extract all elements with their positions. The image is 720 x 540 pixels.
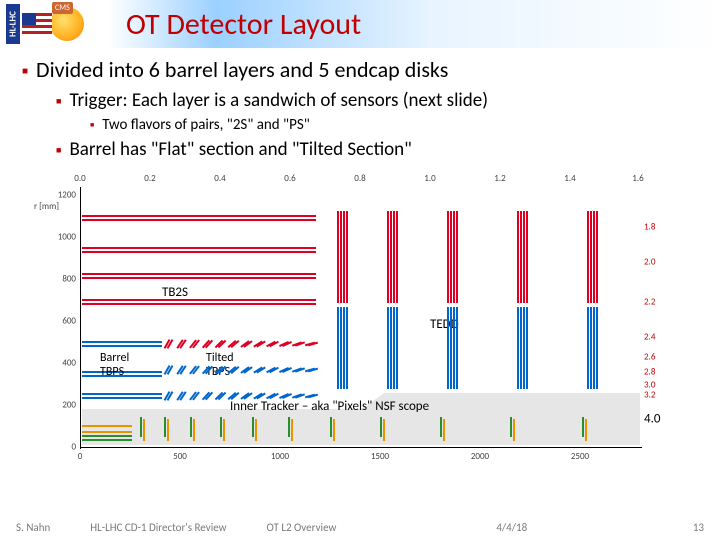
footer-date: 4/4/18 (496, 521, 527, 534)
r-tick: 1200 (50, 190, 76, 201)
eta-tick-right: 4.0 (644, 412, 660, 427)
anno-barrel-tbps: BarrelTBPS (100, 351, 129, 379)
z-tick: 2000 (471, 451, 489, 462)
r-tick: 0 (50, 442, 76, 453)
footer-slidenum: 13 (693, 521, 704, 534)
tracker-diagram: r [mm] 0.0 0.2 0.4 0.6 0.8 1.0 1.2 1.4 1… (30, 167, 690, 467)
anno-tilted-tbps: TiltedTBPS (206, 351, 234, 379)
eta-tick: 1.6 (632, 173, 643, 184)
eta-tick-right: 2.0 (644, 257, 655, 268)
footer-author: S. Nahn (16, 521, 50, 534)
eta-tick: 1.4 (564, 173, 575, 184)
eta-tick: 0.8 (354, 173, 365, 184)
eta-tick: 1.2 (494, 173, 505, 184)
eta-tick: 1.0 (424, 173, 435, 184)
r-tick: 600 (50, 316, 76, 327)
eta-tick: 0.6 (284, 173, 295, 184)
bullet-l3-flavors: Two flavors of pairs, "2S" and "PS" (90, 116, 698, 134)
slide-title: OT Detector Layout (126, 6, 361, 43)
anno-inner-tracker: Inner Tracker – aka "Pixels" NSF scope (230, 399, 429, 414)
z-tick: 1500 (371, 451, 389, 462)
eta-tick: 0.0 (74, 173, 85, 184)
r-tick: 200 (50, 400, 76, 411)
title-bar: HL-LHC CMS OT Detector Layout (0, 0, 720, 48)
footer-session: OT L2 Overview (267, 521, 337, 534)
bullet-l1: Divided into 6 barrel layers and 5 endca… (22, 56, 698, 83)
eta-tick: 0.2 (144, 173, 155, 184)
eta-tick-right: 2.6 (644, 352, 655, 363)
y-axis-label: r [mm] (34, 201, 59, 212)
eta-tick-right: 2.8 (644, 367, 655, 378)
y-axis (80, 187, 81, 449)
r-tick: 1000 (50, 232, 76, 243)
content-body: Divided into 6 barrel layers and 5 endca… (0, 48, 720, 467)
us-flag-icon (22, 13, 52, 35)
eta-tick-right: 2.2 (644, 297, 655, 308)
x-axis (80, 447, 642, 448)
z-tick: 1000 (271, 451, 289, 462)
eta-tick: 0.4 (214, 173, 225, 184)
z-tick: 2500 (571, 451, 589, 462)
bullet-l2-barrel: Barrel has "Flat" section and "Tilted Se… (56, 138, 698, 161)
hl-lhc-badge: HL-LHC (6, 4, 20, 44)
footer-review: HL-LHC CD-1 Director's Review (90, 521, 226, 534)
eta-tick-right: 3.2 (644, 390, 655, 401)
eta-tick-right: 1.8 (644, 222, 655, 233)
eta-tick-right: 2.4 (644, 332, 655, 343)
z-tick: 500 (173, 451, 187, 462)
r-tick: 400 (50, 358, 76, 369)
footer: S. Nahn HL-LHC CD-1 Director's Review OT… (0, 521, 720, 534)
bullet-l2-trigger: Trigger: Each layer is a sandwich of sen… (56, 89, 698, 112)
r-tick: 800 (50, 274, 76, 285)
z-tick: 0 (78, 451, 83, 462)
cms-badge: CMS (52, 2, 73, 14)
logo-block: HL-LHC CMS (0, 0, 100, 48)
anno-tb2s: TB2S (162, 285, 188, 300)
